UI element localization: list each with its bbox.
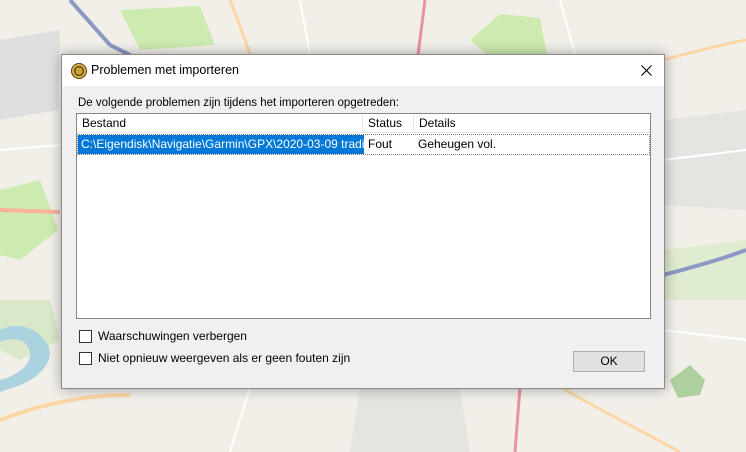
hide-warnings-checkbox[interactable]: [79, 330, 92, 343]
residential-area: [663, 110, 746, 210]
problems-list[interactable]: Bestand Status Details C:\Eigendisk\Navi…: [76, 113, 651, 319]
column-header-status[interactable]: Status: [363, 114, 414, 132]
table-row[interactable]: C:\Eigendisk\Navigatie\Garmin\GPX\2020-0…: [77, 134, 650, 155]
row-details-cell: Geheugen vol.: [418, 137, 497, 151]
intro-text: De volgende problemen zijn tijdens het i…: [78, 97, 399, 109]
column-header-file[interactable]: Bestand: [77, 114, 363, 132]
row-file-cell: C:\Eigendisk\Navigatie\Garmin\GPX\2020-0…: [78, 135, 364, 154]
dialog-title: Problemen met importeren: [91, 63, 239, 77]
import-problems-dialog: Problemen met importeren De volgende pro…: [61, 54, 665, 389]
list-header: Bestand Status Details: [77, 114, 650, 133]
ok-button[interactable]: OK: [573, 351, 645, 372]
residential-area: [0, 30, 60, 120]
title-bar: Problemen met importeren: [62, 55, 664, 86]
hide-warnings-label[interactable]: Waarschuwingen verbergen: [98, 329, 247, 343]
column-header-details[interactable]: Details: [414, 114, 650, 132]
main-road: [0, 208, 61, 214]
row-status-cell: Fout: [368, 137, 393, 151]
dont-show-again-label[interactable]: Niet opnieuw weergeven als er geen foute…: [98, 351, 350, 365]
residential-area: [350, 388, 470, 452]
dont-show-again-checkbox[interactable]: [79, 352, 92, 365]
close-button[interactable]: [630, 55, 664, 86]
geocaching-coin-icon: [71, 63, 87, 79]
close-icon: [641, 65, 652, 76]
